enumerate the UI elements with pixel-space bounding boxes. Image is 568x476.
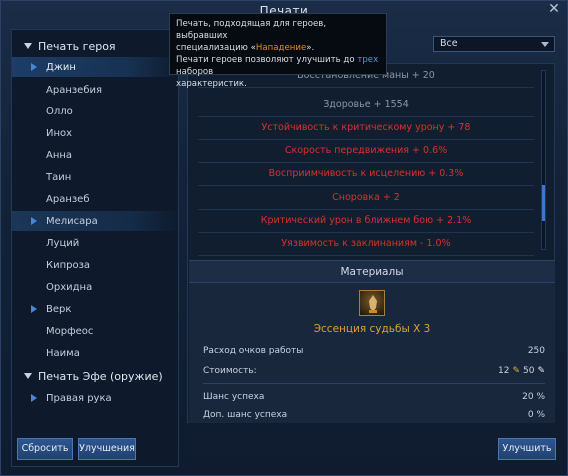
sidebar-item-tain[interactable]: Таин bbox=[12, 167, 180, 187]
stat-row: Критический урон в ближнем бою + 2.1% bbox=[198, 209, 534, 233]
stats-scrollbar[interactable] bbox=[541, 70, 546, 250]
upgrades-button[interactable]: Улучшения bbox=[78, 438, 136, 460]
seal-category-sidebar: Печать героя Джин Аранзебия Олло Инох Ан… bbox=[11, 29, 180, 467]
bonus-chance-value: 0 % bbox=[527, 410, 545, 420]
play-marker-icon bbox=[31, 63, 37, 71]
sidebar-item-label: Кипроза bbox=[46, 259, 91, 271]
sidebar-item-aranzebia[interactable]: Аранзебия bbox=[12, 80, 180, 100]
scrollbar-thumb[interactable] bbox=[542, 185, 545, 221]
bonus-chance-row: Доп. шанс успеха 0 % bbox=[203, 407, 545, 423]
success-chance-label: Шанс успеха bbox=[203, 392, 265, 402]
sidebar-item-label: Наима bbox=[46, 347, 80, 359]
tooltip-text: специализацию « bbox=[176, 43, 256, 53]
bonus-chance-label: Доп. шанс успеха bbox=[203, 410, 288, 420]
seal-tooltip: Печать, подходящая для героев, выбравших… bbox=[169, 13, 387, 89]
work-points-row: Расход очков работы 250 bbox=[203, 343, 545, 359]
play-marker-icon bbox=[31, 217, 37, 225]
sidebar-group-label: Печать героя bbox=[38, 39, 116, 53]
tooltip-accent: трех bbox=[357, 55, 379, 65]
essence-icon[interactable] bbox=[359, 290, 385, 316]
sidebar-item-label: Анна bbox=[46, 149, 73, 161]
stat-row: Здоровье + 1554 bbox=[198, 93, 534, 117]
play-marker-icon bbox=[31, 305, 37, 313]
play-marker-icon bbox=[31, 394, 37, 402]
tooltip-line: характеристик. bbox=[176, 79, 247, 89]
sidebar-item-label: Луций bbox=[46, 237, 80, 249]
sidebar-item-melisara[interactable]: Мелисара bbox=[12, 211, 180, 231]
chevron-down-icon bbox=[541, 42, 549, 47]
sidebar-item-label: Таин bbox=[46, 171, 72, 183]
filter-dropdown[interactable]: Все bbox=[433, 36, 555, 52]
stat-row: Сноровка + 2 bbox=[198, 186, 534, 210]
silver-coin-icon: ✎ bbox=[537, 366, 545, 376]
sidebar-group-efe-seal[interactable]: Печать Эфе (оружие) bbox=[12, 366, 180, 386]
chevron-down-icon bbox=[24, 373, 32, 379]
sidebar-item-label: Правая рука bbox=[46, 392, 112, 404]
sidebar-item-djin[interactable]: Джин bbox=[12, 57, 180, 77]
sidebar-item-label: Орхидна bbox=[46, 281, 93, 293]
close-icon[interactable]: ✕ bbox=[547, 2, 561, 16]
tooltip-text: наборов bbox=[176, 67, 214, 77]
chevron-down-icon bbox=[24, 43, 32, 49]
sidebar-item-label: Инох bbox=[46, 127, 73, 139]
tooltip-accent: Нападение bbox=[255, 43, 307, 53]
tooltip-line: Печать, подходящая для героев, выбравших bbox=[176, 19, 327, 41]
filter-selected-value: Все bbox=[440, 38, 458, 49]
success-chance-row: Шанс успеха 20 % bbox=[203, 389, 545, 405]
seal-detail-panel: Восстановление маны + 20 Здоровье + 1554… bbox=[187, 63, 555, 423]
tooltip-line: специализацию «Нападение». bbox=[176, 42, 380, 54]
gold-coin-icon: ✎ bbox=[512, 366, 520, 376]
improve-button[interactable]: Улучшить bbox=[498, 438, 556, 460]
sidebar-group-hero-seal[interactable]: Печать героя bbox=[12, 36, 180, 56]
seals-window: Печати ✕ Печать героя Джин Аранзебия Олл… bbox=[0, 0, 568, 476]
cost-gold-value: 12 bbox=[498, 366, 510, 376]
stat-row: Скорость передвижения + 0.6% bbox=[198, 139, 534, 163]
sidebar-item-label: Аранзебия bbox=[46, 84, 103, 96]
work-points-value: 250 bbox=[527, 346, 545, 356]
divider bbox=[203, 383, 545, 384]
tooltip-text: ». bbox=[306, 43, 315, 53]
sidebar-item-label: Морфеос bbox=[46, 325, 94, 337]
sidebar-item-morfeos[interactable]: Морфеос bbox=[12, 321, 180, 341]
stat-row: Восприимчивость к исцелению + 0.3% bbox=[198, 162, 534, 186]
sidebar-item-label: Верк bbox=[46, 303, 72, 315]
sidebar-item-aranzeb[interactable]: Аранзеб bbox=[12, 189, 180, 209]
stat-row: Устойчивость к критическому урону + 78 bbox=[198, 116, 534, 140]
sidebar-group-label: Печать Эфе (оружие) bbox=[38, 369, 163, 383]
sidebar-item-lucius[interactable]: Луций bbox=[12, 233, 180, 253]
sidebar-item-inoh[interactable]: Инох bbox=[12, 123, 180, 143]
cost-silver-value: 50 bbox=[523, 366, 535, 376]
cost-row: Стоимость: 12 ✎ 50 ✎ bbox=[203, 363, 545, 379]
tooltip-line: Печати героев позволяют улучшить до трех… bbox=[176, 54, 380, 78]
sidebar-item-label: Мелисара bbox=[46, 215, 98, 227]
sidebar-item-verk[interactable]: Верк bbox=[12, 299, 180, 319]
sidebar-item-right-hand[interactable]: Правая рука bbox=[12, 388, 180, 408]
materials-header: Материалы bbox=[189, 261, 555, 283]
sidebar-item-ollo[interactable]: Олло bbox=[12, 101, 180, 121]
stats-list: Восстановление маны + 20 Здоровье + 1554… bbox=[188, 64, 556, 257]
tooltip-text: Печати героев позволяют улучшить до bbox=[176, 55, 358, 65]
work-points-label: Расход очков работы bbox=[203, 346, 304, 356]
sidebar-item-label: Олло bbox=[46, 105, 73, 117]
sidebar-item-label: Аранзеб bbox=[46, 193, 90, 205]
sidebar-item-kiproza[interactable]: Кипроза bbox=[12, 255, 180, 275]
material-name: Эссенция судьбы X 3 bbox=[313, 323, 431, 335]
cost-value: 12 ✎ 50 ✎ bbox=[498, 363, 545, 379]
reset-button[interactable]: Сбросить bbox=[17, 438, 73, 460]
stat-row: Уязвимость к заклинаниям - 1.0% bbox=[198, 232, 534, 256]
sidebar-item-anna[interactable]: Анна bbox=[12, 145, 180, 165]
sidebar-item-naima[interactable]: Наима bbox=[12, 343, 180, 363]
success-chance-value: 20 % bbox=[522, 392, 545, 402]
sidebar-item-label: Джин bbox=[46, 61, 76, 73]
materials-section: Материалы Эссенция судьбы X 3 Расход очк… bbox=[189, 260, 555, 423]
cost-label: Стоимость: bbox=[203, 366, 257, 376]
sidebar-item-orhidna[interactable]: Орхидна bbox=[12, 277, 180, 297]
